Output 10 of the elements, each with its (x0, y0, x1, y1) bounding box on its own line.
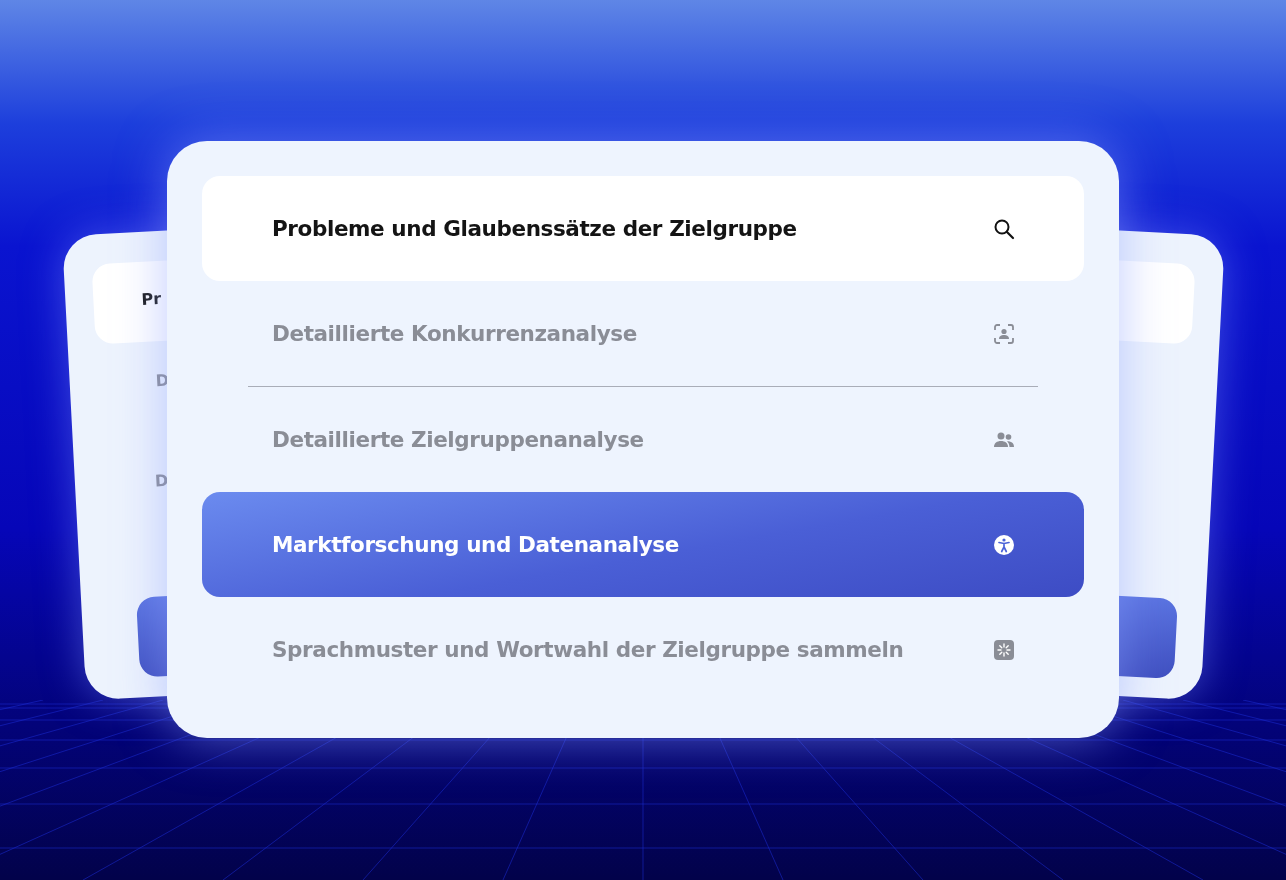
sparkle-icon (992, 637, 1016, 662)
accessibility-icon (992, 532, 1016, 557)
menu-item[interactable]: Probleme und Glaubenssätze der Zielgruppe (202, 176, 1084, 281)
menu-item[interactable]: Marktforschung und Datenanalyse (202, 492, 1084, 597)
menu-item[interactable]: Sprachmuster und Wortwahl der Zielgruppe sammeln (202, 597, 1084, 702)
menu-item[interactable]: Detaillierte Konkurrenzanalyse (202, 281, 1084, 386)
menu-item-label: Pr (140, 288, 162, 309)
menu-item[interactable]: Detaillierte Zielgruppenanalyse (202, 387, 1084, 492)
user-scan-icon (992, 321, 1016, 346)
menu-item-label: D (154, 470, 169, 491)
